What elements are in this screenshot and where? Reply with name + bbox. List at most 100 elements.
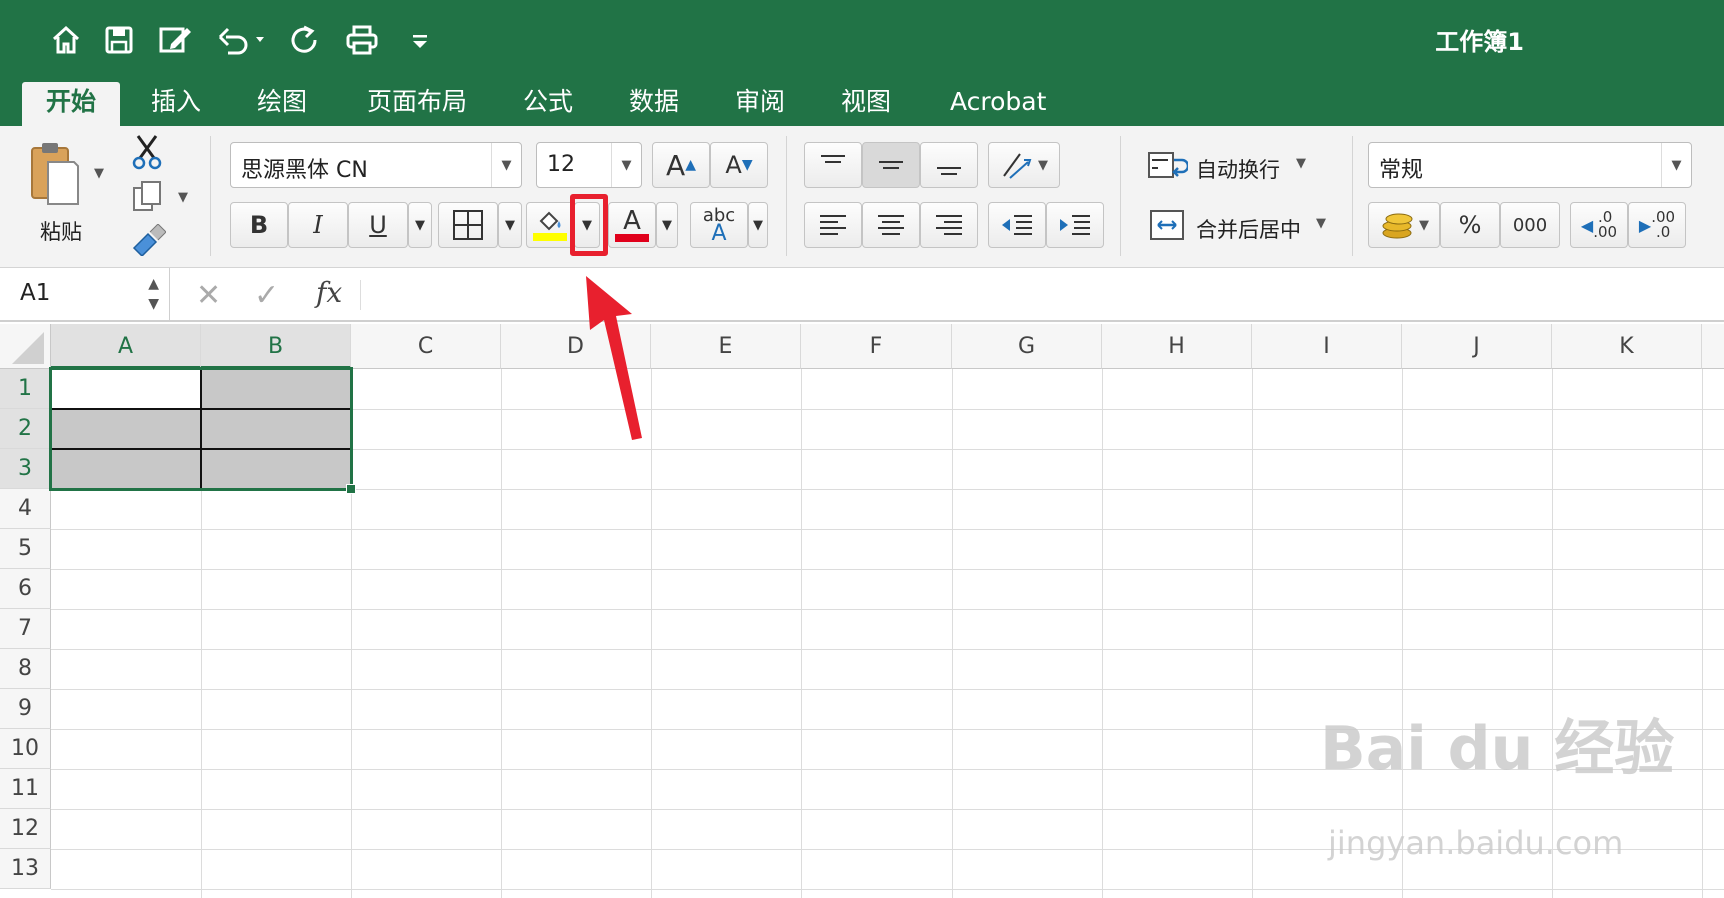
italic-label: I xyxy=(313,211,323,239)
selection-outline xyxy=(49,367,353,491)
phonetic-dropdown[interactable]: ▼ xyxy=(748,202,768,248)
number-format-dropdown[interactable]: 常规 ▼ xyxy=(1368,142,1692,188)
arrow-left-icon: ◀ xyxy=(1580,215,1594,235)
column-header-g[interactable]: G xyxy=(952,324,1102,369)
column-header-a[interactable]: A xyxy=(51,324,201,369)
wrap-text-icon xyxy=(1148,152,1188,178)
decrease-decimal-button[interactable]: ▶ .00.0 xyxy=(1628,202,1686,248)
borders-button[interactable] xyxy=(438,202,498,248)
underline-dropdown[interactable]: ▼ xyxy=(408,202,432,248)
increase-indent-button[interactable] xyxy=(1046,202,1104,248)
copy-dropdown-icon[interactable]: ▼ xyxy=(174,188,192,206)
decrease-indent-button[interactable] xyxy=(988,202,1046,248)
select-all-button[interactable] xyxy=(0,324,51,369)
row-header-4[interactable]: 4 xyxy=(0,489,51,529)
edit-icon[interactable] xyxy=(156,20,196,60)
align-middle-button[interactable] xyxy=(862,142,920,188)
print-icon[interactable] xyxy=(342,20,382,60)
tab-acrobat[interactable]: Acrobat xyxy=(928,82,1058,126)
phonetic-button[interactable]: abc A xyxy=(690,202,748,248)
cut-icon[interactable] xyxy=(130,134,164,174)
fill-handle[interactable] xyxy=(346,484,356,494)
font-name-chevron-icon[interactable]: ▼ xyxy=(491,143,521,187)
tab-view[interactable]: 视图 xyxy=(818,82,914,126)
column-header-h[interactable]: H xyxy=(1102,324,1252,369)
orientation-button[interactable]: ▼ xyxy=(988,142,1060,188)
font-name-dropdown[interactable]: 思源黑体 CN ▼ xyxy=(230,142,522,188)
tab-formulas[interactable]: 公式 xyxy=(500,82,596,126)
underline-button[interactable]: U xyxy=(348,202,408,248)
row-header-10[interactable]: 10 xyxy=(0,729,51,769)
enter-icon[interactable]: ✓ xyxy=(254,278,279,313)
clipboard-icon xyxy=(28,140,80,210)
comma-style-button[interactable]: 000 xyxy=(1500,202,1560,248)
customize-icon[interactable] xyxy=(400,20,440,60)
accounting-format-button[interactable]: ▼ xyxy=(1368,202,1440,248)
home-icon[interactable] xyxy=(46,20,86,60)
format-painter-icon[interactable] xyxy=(130,223,167,260)
row-header-12[interactable]: 12 xyxy=(0,809,51,849)
column-header-j[interactable]: J xyxy=(1402,324,1552,369)
column-header-l[interactable] xyxy=(1702,324,1724,369)
tab-review[interactable]: 审阅 xyxy=(712,82,808,126)
align-right-button[interactable] xyxy=(920,202,978,248)
wrap-text-button[interactable]: 自动换行 ▼ xyxy=(1146,142,1346,188)
underline-label: U xyxy=(369,211,387,239)
save-icon[interactable] xyxy=(99,20,139,60)
column-header-f[interactable]: F xyxy=(801,324,952,369)
row-header-11[interactable]: 11 xyxy=(0,769,51,809)
increase-decimal-button[interactable]: ◀ .0.00 xyxy=(1570,202,1628,248)
decrease-font-size-button[interactable]: A ▼ xyxy=(710,142,768,188)
ribbon-divider xyxy=(1120,136,1121,256)
redo-icon[interactable] xyxy=(284,20,324,60)
name-box-stepper-icon[interactable]: ▲ ▼ xyxy=(148,274,159,314)
align-bottom-button[interactable] xyxy=(920,142,978,188)
percent-style-button[interactable]: % xyxy=(1440,202,1500,248)
row-header-5[interactable]: 5 xyxy=(0,529,51,569)
paste-dropdown-icon[interactable]: ▼ xyxy=(90,164,108,182)
font-color-dropdown[interactable]: ▼ xyxy=(656,202,678,248)
column-header-i[interactable]: I xyxy=(1252,324,1402,369)
align-left-button[interactable] xyxy=(804,202,862,248)
tab-draw[interactable]: 绘图 xyxy=(234,82,330,126)
fill-color-button[interactable] xyxy=(526,202,574,248)
tab-home[interactable]: 开始 xyxy=(22,82,120,126)
tab-page-layout[interactable]: 页面布局 xyxy=(342,82,492,126)
font-size-dropdown[interactable]: 12 ▼ xyxy=(536,142,642,188)
ribbon-divider xyxy=(1352,136,1353,256)
grid-line xyxy=(51,649,1724,650)
worksheet-grid: A B C D E F G H I J K 1 2 3 4 5 6 7 8 9 … xyxy=(0,324,1724,898)
undo-icon[interactable] xyxy=(214,20,268,60)
italic-button[interactable]: I xyxy=(288,202,348,248)
number-format-chevron-icon[interactable]: ▼ xyxy=(1661,143,1691,187)
row-header-1[interactable]: 1 xyxy=(0,369,51,409)
align-center-icon xyxy=(878,215,904,235)
row-header-6[interactable]: 6 xyxy=(0,569,51,609)
paste-button[interactable]: ▼ 粘贴 xyxy=(18,134,110,244)
row-header-3[interactable]: 3 xyxy=(0,449,51,489)
row-header-2[interactable]: 2 xyxy=(0,409,51,449)
column-header-b[interactable]: B xyxy=(201,324,351,369)
name-box[interactable]: A1 ▲ ▼ xyxy=(0,268,170,320)
align-top-button[interactable] xyxy=(804,142,862,188)
cancel-icon[interactable]: ✕ xyxy=(196,278,221,313)
borders-dropdown[interactable]: ▼ xyxy=(498,202,522,248)
bold-button[interactable]: B xyxy=(230,202,288,248)
column-header-k[interactable]: K xyxy=(1552,324,1702,369)
copy-icon[interactable] xyxy=(132,180,164,218)
column-header-e[interactable]: E xyxy=(651,324,801,369)
row-header-9[interactable]: 9 xyxy=(0,689,51,729)
insert-function-icon[interactable]: fx xyxy=(316,276,342,309)
font-size-chevron-icon[interactable]: ▼ xyxy=(611,143,641,187)
align-center-button[interactable] xyxy=(862,202,920,248)
column-header-c[interactable]: C xyxy=(351,324,501,369)
row-header-13[interactable]: 13 xyxy=(0,849,51,889)
tab-insert[interactable]: 插入 xyxy=(128,82,224,126)
arrow-right-icon: ▶ xyxy=(1638,215,1652,235)
increase-font-size-button[interactable]: A ▲ xyxy=(652,142,710,188)
merge-center-button[interactable]: 合并后居中 ▼ xyxy=(1146,202,1346,248)
row-header-7[interactable]: 7 xyxy=(0,609,51,649)
tab-data[interactable]: 数据 xyxy=(606,82,702,126)
font-color-button[interactable]: A xyxy=(608,202,656,248)
row-header-8[interactable]: 8 xyxy=(0,649,51,689)
